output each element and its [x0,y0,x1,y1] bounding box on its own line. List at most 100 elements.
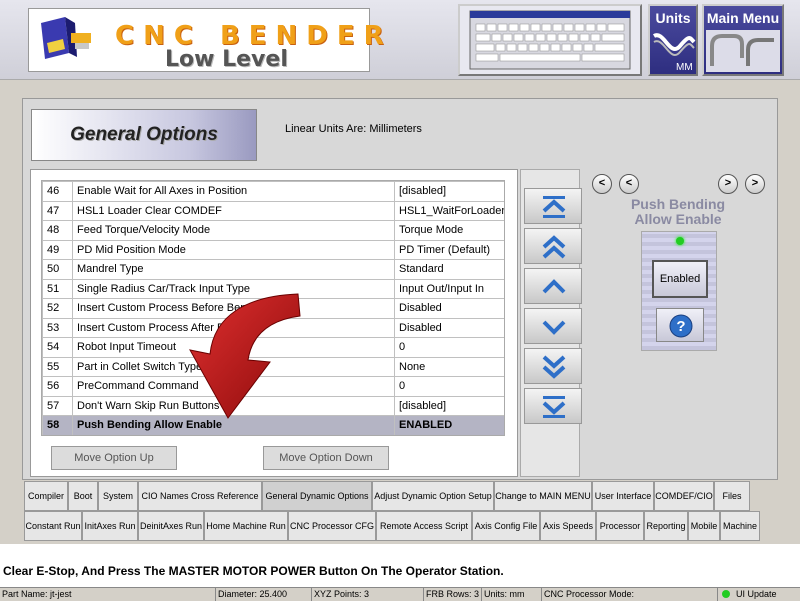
option-value: HSL1_WaitForLoader [394,200,504,221]
option-value: PD Timer (Default) [394,239,504,260]
option-row[interactable]: 54 Robot Input Timeout 0 [42,337,504,358]
option-name: Insert Custom Process After Bend [72,317,395,338]
tab-machine[interactable]: Machine [720,511,760,541]
option-row[interactable]: 55 Part in Collet Switch Type None [42,356,504,377]
option-name: Feed Torque/Velocity Mode [72,220,395,241]
help-icon: ? [669,314,693,338]
status-bar: Part Name: jt-jest Diameter: 25.400 XYZ … [0,587,800,601]
option-row[interactable]: 58 Push Bending Allow Enable ENABLED [42,415,504,435]
option-name: Enable Wait for All Axes in Position [72,181,395,202]
option-name: Part in Collet Switch Type [72,356,395,377]
tab-adjust-dynamic-option-setup[interactable]: Adjust Dynamic Option Setup [372,481,494,511]
tab-axis-config-file[interactable]: Axis Config File [472,511,540,541]
on-screen-keyboard-button[interactable] [458,4,642,76]
bent-tube-icon [706,30,780,72]
option-row[interactable]: 56 PreCommand Command 0 [42,376,504,397]
ui-update-status: UI Update [736,589,777,599]
svg-text:MM: MM [676,62,693,73]
scroll-top-icon [542,196,566,218]
option-row[interactable]: 51 Single Radius Car/Track Input Type Inpu… [42,278,504,299]
next-option-button[interactable]: > [718,174,738,194]
prev-option-button-2[interactable]: < [619,174,639,194]
option-control-panel: Enabled ? [641,231,717,351]
option-value: Torque Mode [394,220,504,241]
option-number: 49 [42,239,73,260]
option-name: Robot Input Timeout [72,337,395,358]
message-area: Clear E-Stop, And Press The MASTER MOTOR… [0,544,800,588]
tab-comdef-cio[interactable]: COMDEF/CIO [654,481,714,511]
app-subtitle: Low Level [165,47,288,72]
option-number: 55 [42,356,73,377]
tab-axis-speeds[interactable]: Axis Speeds [540,511,596,541]
option-name: Insert Custom Process Before Bend [72,298,395,319]
units-button[interactable]: Units MM [648,4,698,76]
option-value: ENABLED [394,415,504,435]
option-row[interactable]: 57 Don't Warn Skip Run Buttons [disabled] [42,395,504,416]
page-down-button[interactable] [524,348,582,384]
option-name: HSL1 Loader Clear COMDEF [72,200,395,221]
scroll-bottom-icon [542,396,566,418]
option-row[interactable]: 50 Mandrel Type Standard [42,259,504,280]
move-option-down-button[interactable]: Move Option Down [263,446,389,470]
tab-home-machine-run[interactable]: Home Machine Run [204,511,288,541]
scroll-top-button[interactable] [524,188,582,224]
option-row[interactable]: 48 Feed Torque/Velocity Mode Torque Mode [42,220,504,241]
row-down-button[interactable] [524,308,582,344]
option-name: PD Mid Position Mode [72,239,395,260]
tab-deinitaxes-run[interactable]: DeinitAxes Run [138,511,204,541]
section-title-box: General Options [31,109,257,161]
option-row[interactable]: 49 PD Mid Position Mode PD Timer (Default) [42,239,504,260]
option-name: Single Radius Car/Track Input Type [72,278,395,299]
option-value: 0 [394,376,504,397]
option-row[interactable]: 47 HSL1 Loader Clear COMDEF HSL1_WaitForLo… [42,200,504,221]
prev-option-button[interactable]: < [592,174,612,194]
tab-remote-access-script[interactable]: Remote Access Script [376,511,472,541]
option-toggle-button[interactable]: Enabled [652,260,708,298]
tab-cnc-processor-cfg[interactable]: CNC Processor CFG [288,511,376,541]
tab-change-to-main-menu[interactable]: Change to MAIN MENU [494,481,592,511]
option-number: 50 [42,259,73,280]
app-header: CNC BENDER Low Level Units MM Main Menu [0,0,800,80]
option-number: 51 [42,278,73,299]
tab-cio-names-cross-reference[interactable]: CIO Names Cross Reference [138,481,262,511]
option-name: PreCommand Command [72,376,395,397]
option-row[interactable]: 52 Insert Custom Process Before Bend Disab… [42,298,504,319]
linear-units-info: Linear Units Are: Millimeters [285,123,422,135]
main-menu-button-label: Main Menu [706,10,780,26]
option-row[interactable]: 53 Insert Custom Process After Bend Disabl… [42,317,504,338]
frb-rows-status: FRB Rows: 3 [424,588,482,601]
option-number: 52 [42,298,73,319]
status-led-icon [676,237,684,245]
next-option-button-2[interactable]: > [745,174,765,194]
option-number: 48 [42,220,73,241]
xyz-points-status: XYZ Points: 3 [312,588,424,601]
row-up-button[interactable] [524,268,582,304]
option-number: 54 [42,337,73,358]
tab-compiler[interactable]: Compiler [24,481,68,511]
chevron-up-icon [542,279,566,294]
tab-boot[interactable]: Boot [68,481,98,511]
move-option-up-button[interactable]: Move Option Up [51,446,177,470]
scroll-bottom-button[interactable] [524,388,582,424]
option-number: 56 [42,376,73,397]
help-button[interactable]: ? [656,308,704,342]
units-button-label: Units [655,10,691,26]
tab-general-dynamic-options[interactable]: General Dynamic Options [262,481,372,511]
tab-mobile[interactable]: Mobile [688,511,720,541]
tab-system[interactable]: System [98,481,138,511]
options-table: 46 Enable Wait for All Axes in Position [d… [42,181,504,435]
option-value: Disabled [394,317,504,338]
tab-initaxes-run[interactable]: InitAxes Run [82,511,138,541]
ui-update-led-icon [722,590,730,598]
tab-constant-run[interactable]: Constant Run [24,511,82,541]
tab-processor[interactable]: Processor [596,511,644,541]
page-up-button[interactable] [524,228,582,264]
option-row[interactable]: 46 Enable Wait for All Axes in Position [d… [42,181,504,202]
tab-reporting[interactable]: Reporting [644,511,688,541]
tab-user-interface[interactable]: User Interface [592,481,654,511]
tab-files[interactable]: Files [714,481,750,511]
chevron-down-icon [542,320,566,335]
main-menu-button[interactable]: Main Menu [702,4,784,76]
units-icon: MM [652,33,696,73]
options-table-scroll[interactable]: 46 Enable Wait for All Axes in Position [d… [41,180,505,436]
